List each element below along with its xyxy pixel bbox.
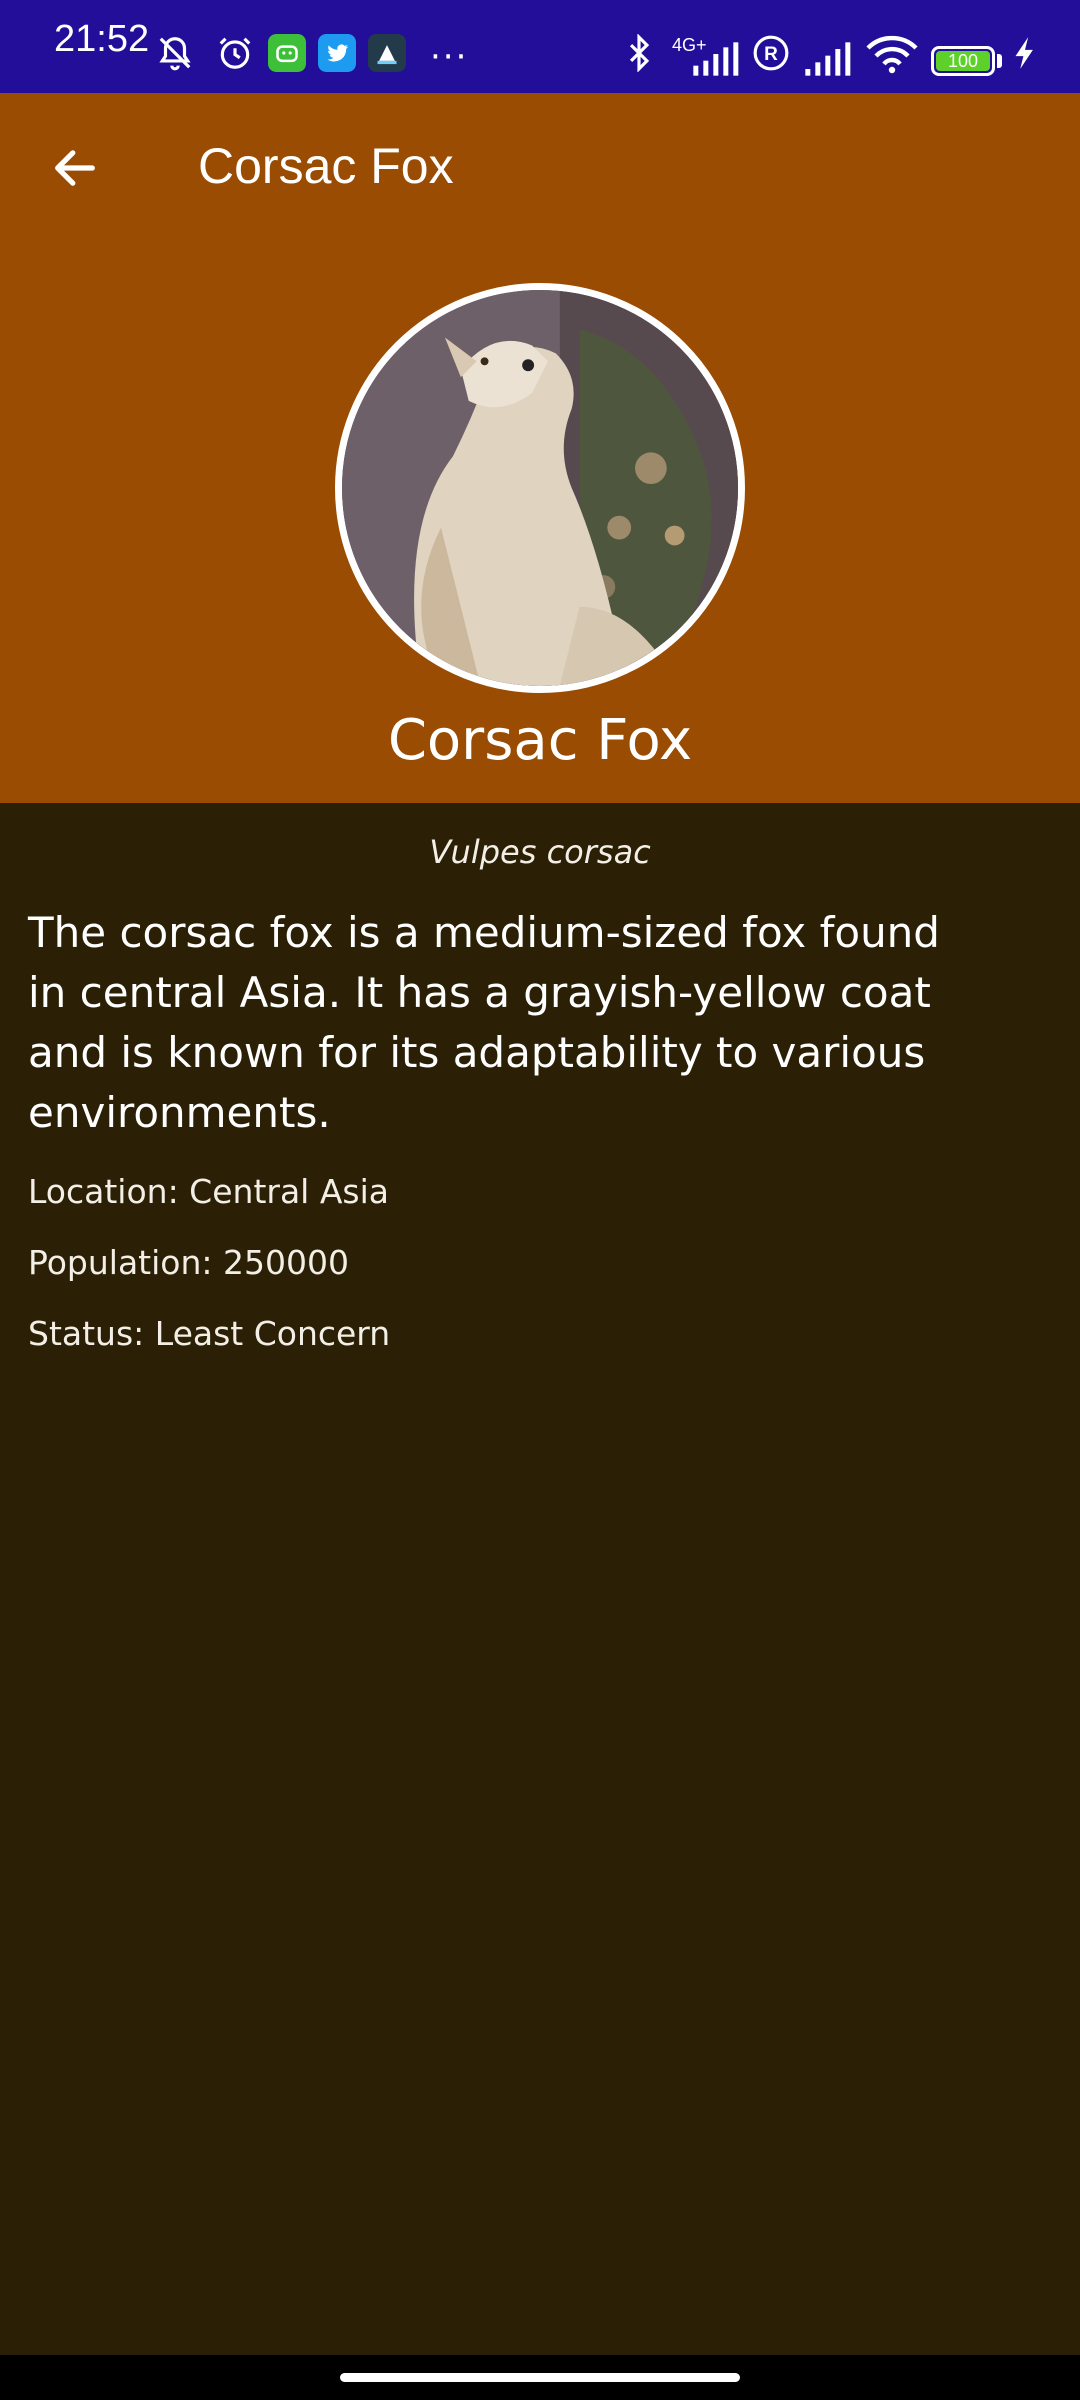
more-dots-icon: ···: [430, 37, 469, 77]
charging-icon: [1015, 37, 1033, 69]
app-bar-title: Corsac Fox: [198, 138, 454, 194]
signal-icon: [693, 42, 739, 76]
population-text: Population: 250000: [28, 1243, 349, 1282]
arrow-left-icon: [55, 150, 95, 186]
location-text: Location: Central Asia: [28, 1172, 389, 1211]
home-indicator[interactable]: [340, 2373, 740, 2382]
twitter-icon: [318, 34, 356, 72]
alarm-icon: [219, 37, 251, 69]
roaming-icon: R: [753, 35, 789, 71]
back-button[interactable]: [40, 133, 110, 203]
scientific-name: Vulpes corsac: [429, 833, 651, 871]
animal-name: Corsac Fox: [387, 708, 693, 773]
android-app-icon: [268, 34, 306, 72]
navigation-bar: [0, 2355, 1080, 2400]
app-icon: [368, 34, 406, 72]
status-bar: 21:52 ··· 4G+ R 100: [0, 0, 1080, 93]
status-text: Status: Least Concern: [28, 1314, 391, 1353]
animal-photo: [335, 283, 745, 693]
status-time: 21:52: [54, 18, 150, 60]
bluetooth-icon: [629, 34, 650, 72]
battery-cap: [997, 54, 1002, 68]
battery-level: 100: [936, 51, 990, 71]
animal-description: The corsac fox is a medium-sized fox fou…: [28, 908, 940, 1137]
svg-text:R: R: [764, 44, 778, 65]
signal-icon: [805, 42, 851, 76]
battery-icon: 100: [931, 46, 995, 76]
muted-bell-icon: [159, 37, 191, 71]
wifi-icon: [866, 35, 918, 74]
animal-header: Corsac Fox Corsac Fox: [0, 93, 1080, 803]
